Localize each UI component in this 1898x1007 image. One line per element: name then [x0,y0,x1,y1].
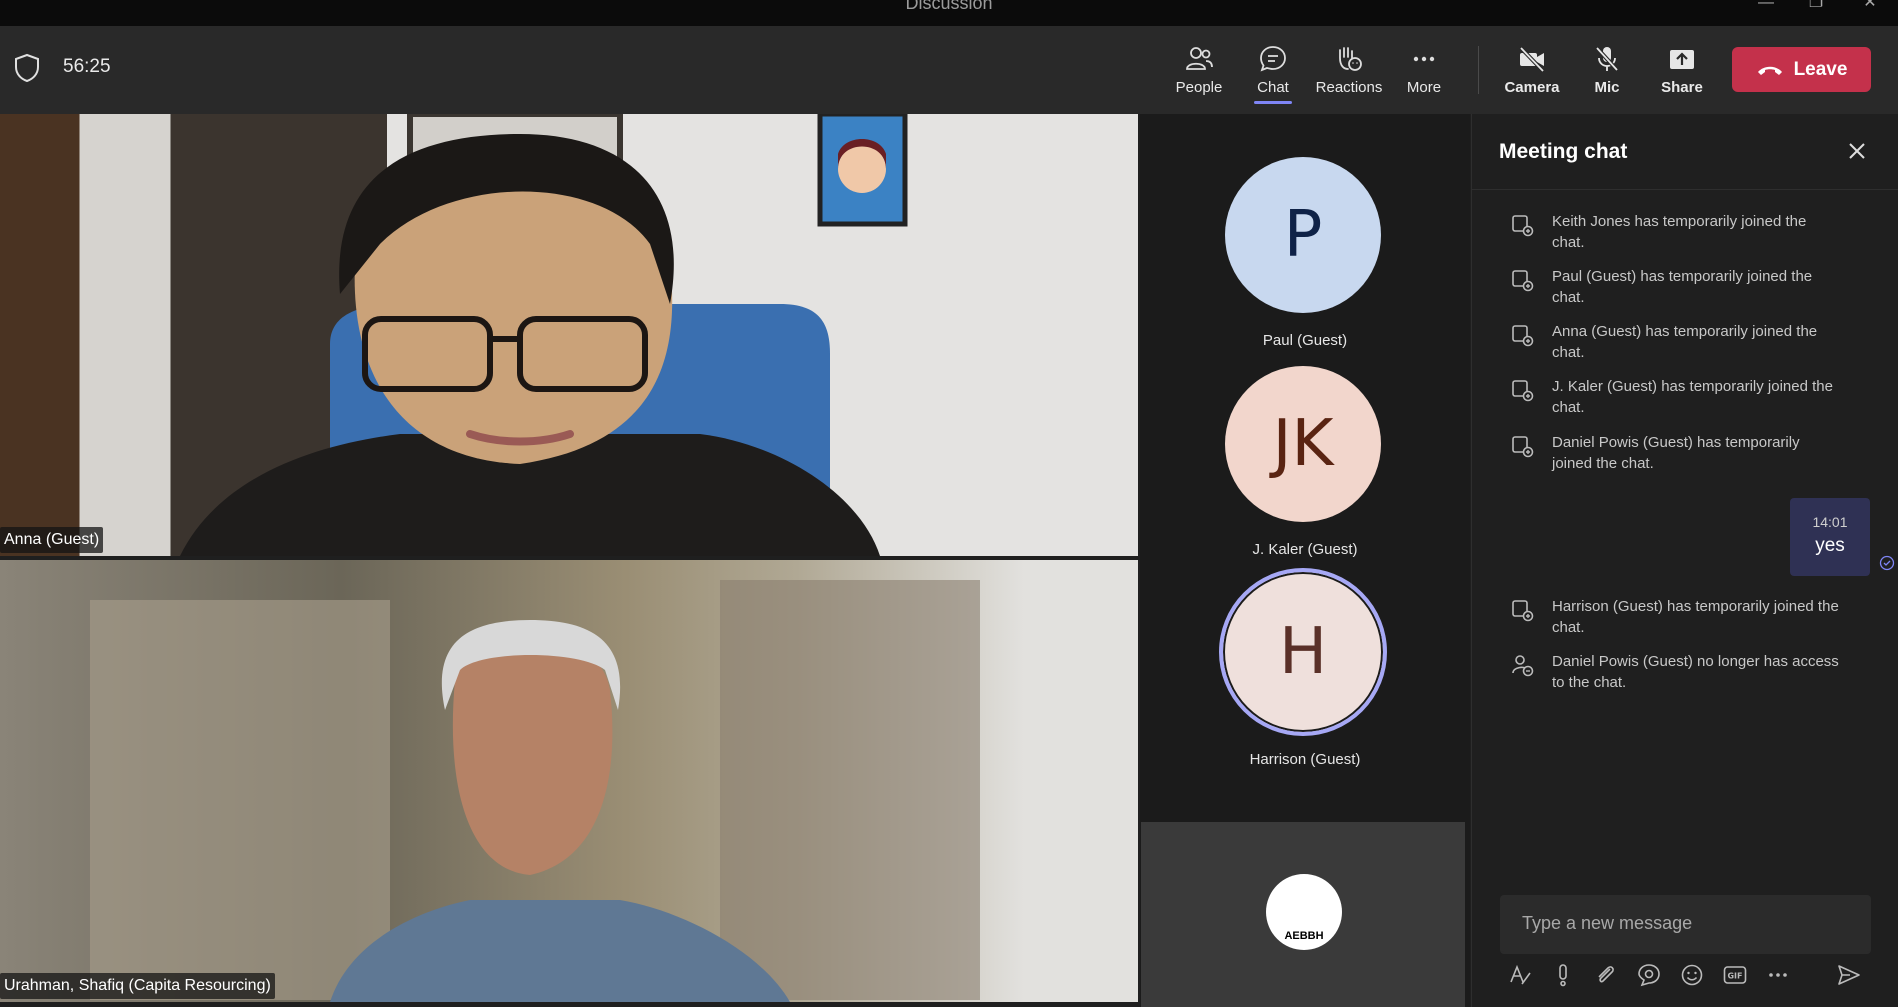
more-options-icon [1769,973,1787,977]
chat-join-icon [1512,270,1534,292]
chat-join-icon [1512,600,1534,622]
reactions-label: Reactions [1315,79,1383,96]
participant-name-tag: Anna (Guest) [0,527,104,553]
chat-title: Meeting chat [1499,140,1628,163]
emoji-button[interactable] [1677,960,1707,990]
title-bar: Discussion — ❐ ✕ [0,0,1898,26]
minimize-icon[interactable]: — [1746,0,1786,14]
meeting-chat-panel: Meeting chat Keith Jones has temporarily… [1471,114,1898,1007]
chat-header-divider [1472,189,1898,190]
attach-icon [1598,966,1614,983]
system-message-text: Anna (Guest) has temporarily joined the … [1552,323,1818,361]
camera-label: Camera [1504,79,1560,96]
logo-text: AEBBH [1284,930,1324,942]
share-label: Share [1661,79,1703,96]
read-receipt-icon [1879,555,1895,571]
chat-join-icon [1512,215,1534,237]
shield-icon [15,53,39,83]
more-icon [1413,56,1435,62]
camera-off-icon [1519,46,1545,73]
system-message-text: J. Kaler (Guest) has temporarily joined … [1552,378,1833,416]
system-message-text: Paul (Guest) has temporarily joined the … [1552,268,1813,306]
person-remove-icon [1512,655,1534,677]
format-icon [1510,964,1531,985]
system-message-text: Keith Jones has temporarily joined the c… [1552,213,1807,251]
reactions-button[interactable]: Reactions [1314,40,1384,110]
attach-button[interactable] [1591,960,1621,990]
close-icon[interactable] [1842,136,1872,166]
self-video-tile[interactable]: AEBBH [1141,822,1465,1007]
system-message: Paul (Guest) has temporarily joined the … [1510,266,1840,308]
meeting-toolbar: 56:25 People Chat Reactions More Camera … [0,26,1898,114]
my-message-bubble[interactable]: 14:01 yes [1790,498,1870,576]
participant-name-tag: Urahman, Shafiq (Capita Resourcing) [0,973,275,999]
leave-button[interactable]: Leave [1732,47,1871,92]
share-icon [1670,50,1694,69]
mic-button[interactable]: Mic [1572,40,1642,110]
participant-name: Paul (Guest) [1262,332,1348,349]
chat-join-icon [1512,325,1534,347]
avatar[interactable]: P [1225,157,1381,313]
message-composer[interactable] [1500,895,1871,954]
loop-icon [1638,964,1660,987]
more-label: More [1406,79,1442,96]
people-button[interactable]: People [1164,40,1234,110]
mic-label: Mic [1594,79,1620,96]
organization-logo: AEBBH [1266,874,1342,950]
important-icon [1559,964,1567,987]
important-button[interactable] [1548,960,1578,990]
svg-text:GIF: GIF [1727,972,1742,981]
video-tile[interactable]: Anna (Guest) [0,114,1138,556]
system-message: Harrison (Guest) has temporarily joined … [1510,596,1840,638]
format-button[interactable] [1505,960,1535,990]
participant-video-frame [90,580,980,1002]
gif-icon: GIF [1723,966,1747,984]
share-button[interactable]: Share [1647,40,1717,110]
video-tile[interactable]: Urahman, Shafiq (Capita Resourcing) [0,560,1138,1002]
participant-video-frame [180,114,908,556]
message-text: yes [1815,535,1845,556]
close-window-icon[interactable]: ✕ [1850,0,1890,14]
window-title: Discussion [905,0,993,13]
leave-label: Leave [1793,58,1848,80]
emoji-icon [1681,964,1703,986]
reactions-icon [1339,47,1362,71]
message-time: 14:01 [1812,514,1848,530]
system-message-text: Daniel Powis (Guest) no longer has acces… [1552,653,1839,691]
more-options-button[interactable] [1763,960,1793,990]
camera-button[interactable]: Camera [1497,40,1567,110]
avatar-speaking[interactable]: H [1219,568,1387,736]
mic-off-icon [1595,46,1619,72]
more-button[interactable]: More [1389,40,1459,110]
hang-up-icon [1757,66,1782,75]
send-icon [1838,965,1860,985]
system-message: Anna (Guest) has temporarily joined the … [1510,321,1840,363]
chat-join-icon [1512,436,1534,458]
message-input[interactable] [1500,895,1871,952]
send-button[interactable] [1834,960,1864,990]
avatar[interactable]: JK [1225,366,1381,522]
meeting-timer: 56:25 [63,56,111,77]
system-message: Keith Jones has temporarily joined the c… [1510,211,1840,253]
chat-label: Chat [1257,79,1289,96]
people-icon [1186,47,1213,70]
system-message: Daniel Powis (Guest) has temporarily joi… [1510,432,1840,474]
system-message-text: Daniel Powis (Guest) has temporarily joi… [1552,434,1800,472]
system-message: Daniel Powis (Guest) no longer has acces… [1510,651,1840,693]
toolbar-divider [1478,46,1479,94]
system-message: J. Kaler (Guest) has temporarily joined … [1510,376,1840,418]
restore-icon[interactable]: ❐ [1796,0,1836,14]
participant-name: J. Kaler (Guest) [1252,541,1358,558]
participant-name: Harrison (Guest) [1249,751,1361,768]
system-message-text: Harrison (Guest) has temporarily joined … [1552,598,1839,636]
chat-icon [1260,46,1286,72]
chat-button[interactable]: Chat [1238,40,1308,110]
active-tab-indicator [1254,101,1292,104]
gif-button[interactable]: GIF [1720,960,1750,990]
people-label: People [1175,79,1223,96]
loop-button[interactable] [1634,960,1664,990]
chat-join-icon [1512,380,1534,402]
